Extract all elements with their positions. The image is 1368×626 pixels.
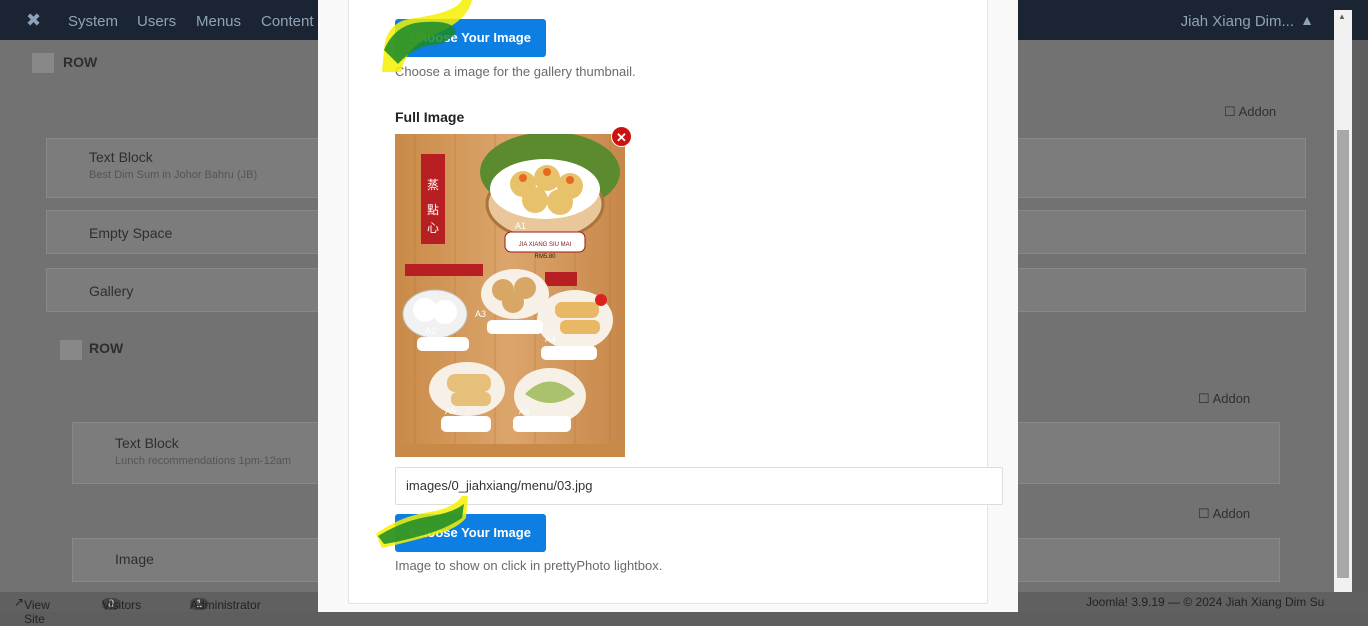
row-label: ROW (63, 54, 98, 70)
menu-menus[interactable]: Menus (196, 13, 241, 30)
addon-label: Addon (1212, 506, 1251, 521)
full-image-label: Full Image (395, 109, 465, 125)
menu-caption: A5 (445, 406, 456, 416)
choose-thumbnail-button[interactable]: Choose Your Image (395, 19, 546, 57)
dim-sum-menu-image: 蒸 點 心 A1 JIA XIANG SIU MAI RM5.80 A2 A3 … (395, 134, 625, 457)
full-image-help-text: Image to show on click in prettyPhoto li… (395, 558, 663, 573)
choose-full-image-button[interactable]: Choose Your Image (395, 514, 546, 552)
admin-label: Administrator (190, 598, 261, 612)
svg-text:蒸: 蒸 (427, 178, 439, 192)
addon-button[interactable]: ☐ Addon (1198, 391, 1250, 407)
addon-button[interactable]: ☐ Addon (1224, 104, 1276, 120)
menu-caption: A3 (475, 309, 486, 319)
user-icon[interactable]: ▲ (1300, 12, 1314, 28)
menu-price: RM5.80 (534, 254, 556, 260)
move-icon[interactable] (32, 53, 54, 73)
svg-text:心: 心 (427, 221, 439, 235)
page-scrollbar[interactable]: ▲ ▼ (1334, 10, 1352, 602)
scroll-up-icon[interactable]: ▲ (1338, 12, 1346, 21)
block-title: Text Block (89, 149, 153, 165)
addon-label: Addon (1212, 391, 1251, 406)
view-site-label: View Site (24, 598, 50, 626)
scrollbar-thumb[interactable] (1337, 130, 1349, 578)
image-options-modal: Choose Your Image Choose a image for the… (318, 0, 1018, 612)
footer-copyright: Joomla! 3.9.19 — © 2024 Jiah Xiang Dim S… (1086, 595, 1325, 609)
modal-panel: Choose Your Image Choose a image for the… (348, 0, 1003, 604)
menu-caption: A2 (425, 326, 436, 336)
close-icon[interactable]: ✕ (611, 126, 632, 147)
row-label: ROW (89, 340, 124, 356)
menu-system[interactable]: System (68, 13, 118, 30)
joomla-logo-icon[interactable]: ✖ (26, 10, 46, 30)
menu-content[interactable]: Content (261, 13, 314, 30)
block-title: Empty Space (89, 225, 173, 241)
menu-caption: A6 (519, 406, 530, 416)
addon-label: Addon (1238, 104, 1277, 119)
menu-item-name: JIA XIANG SIU MAI (519, 242, 572, 248)
full-image-path-input[interactable]: images/0_jiahxiang/menu/03.jpg (395, 467, 1003, 505)
visitors-label: Visitors (102, 598, 142, 612)
move-icon[interactable] (60, 340, 82, 360)
view-site-link[interactable]: ↗ View Site (14, 595, 50, 626)
menu-users[interactable]: Users (137, 13, 176, 30)
menu-caption: A4 (545, 334, 556, 344)
block-title: Text Block (115, 435, 179, 451)
svg-text:點: 點 (427, 203, 439, 217)
full-image-preview: 蒸 點 心 A1 JIA XIANG SIU MAI RM5.80 A2 A3 … (395, 134, 625, 457)
menu-caption: A1 (515, 221, 526, 231)
addon-button[interactable]: ☐ Addon (1198, 506, 1250, 522)
block-title: Gallery (89, 283, 134, 299)
thumbnail-help-text: Choose a image for the gallery thumbnail… (395, 64, 636, 79)
block-title: Image (115, 551, 154, 567)
site-name-link[interactable]: Jiah Xiang Dim... (1181, 13, 1294, 30)
